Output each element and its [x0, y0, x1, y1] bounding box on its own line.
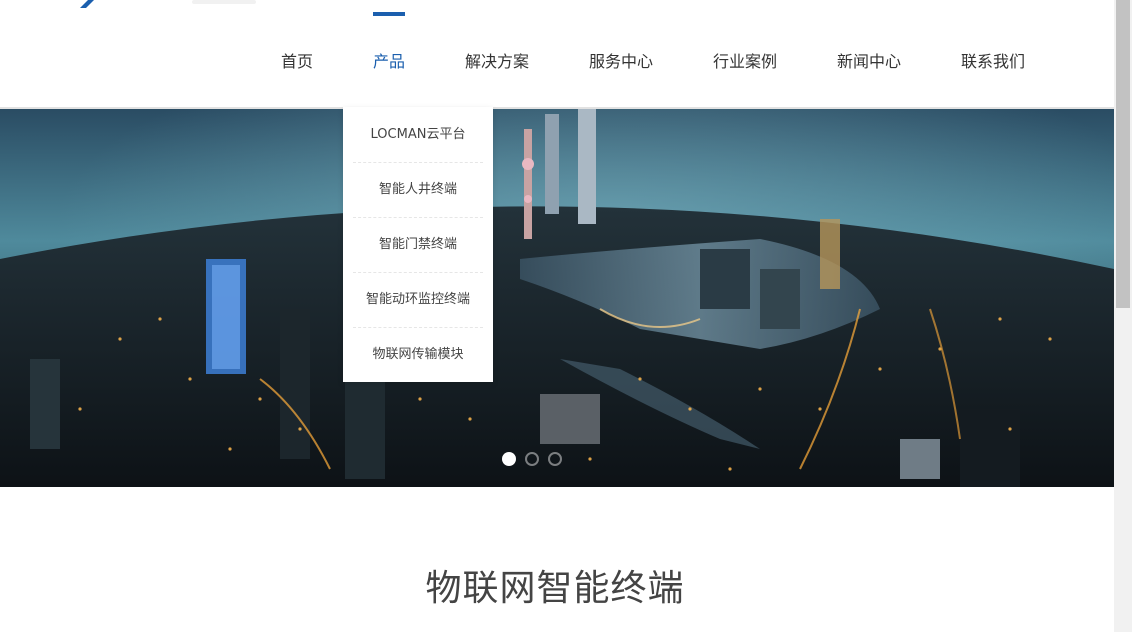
carousel-dot-2[interactable]	[525, 452, 539, 466]
dropdown-item-locman-cloud[interactable]: LOCMAN云平台	[343, 107, 493, 162]
products-dropdown-menu: LOCMAN云平台 智能人井终端 智能门禁终端 智能动环监控终端 物联网传输模块	[343, 107, 493, 382]
page: 首页 产品 解决方案 服务中心 行业案例 新闻中心 联系我们 LOCMAN云平台…	[0, 0, 1132, 632]
header-divider	[0, 107, 1114, 109]
active-nav-indicator	[373, 12, 405, 16]
carousel-dot-1[interactable]	[502, 452, 516, 466]
page-scrollbar-thumb[interactable]	[1116, 0, 1130, 308]
banner-cityscape-image	[0, 109, 1114, 487]
dropdown-item-manhole-terminal[interactable]: 智能人井终端	[343, 162, 493, 217]
carousel-dot-3[interactable]	[548, 452, 562, 466]
dropdown-item-access-control-terminal[interactable]: 智能门禁终端	[343, 217, 493, 272]
section-title: 物联网智能终端	[425, 568, 685, 609]
nav-home[interactable]: 首页	[281, 52, 313, 72]
dropdown-item-iot-module[interactable]: 物联网传输模块	[343, 327, 493, 382]
dropdown-item-environment-monitor-terminal[interactable]: 智能动环监控终端	[343, 272, 493, 327]
main-nav: 首页 产品 解决方案 服务中心 行业案例 新闻中心 联系我们	[0, 0, 1114, 108]
nav-industry-cases[interactable]: 行业案例	[713, 52, 777, 72]
nav-service-center[interactable]: 服务中心	[589, 52, 653, 72]
site-header: 首页 产品 解决方案 服务中心 行业案例 新闻中心 联系我们	[0, 0, 1114, 108]
nav-news-center[interactable]: 新闻中心	[837, 52, 901, 72]
nav-products[interactable]: 产品	[373, 52, 405, 72]
nav-solutions[interactable]: 解决方案	[465, 52, 529, 72]
hero-banner[interactable]	[0, 109, 1114, 487]
nav-contact-us[interactable]: 联系我们	[961, 52, 1025, 72]
